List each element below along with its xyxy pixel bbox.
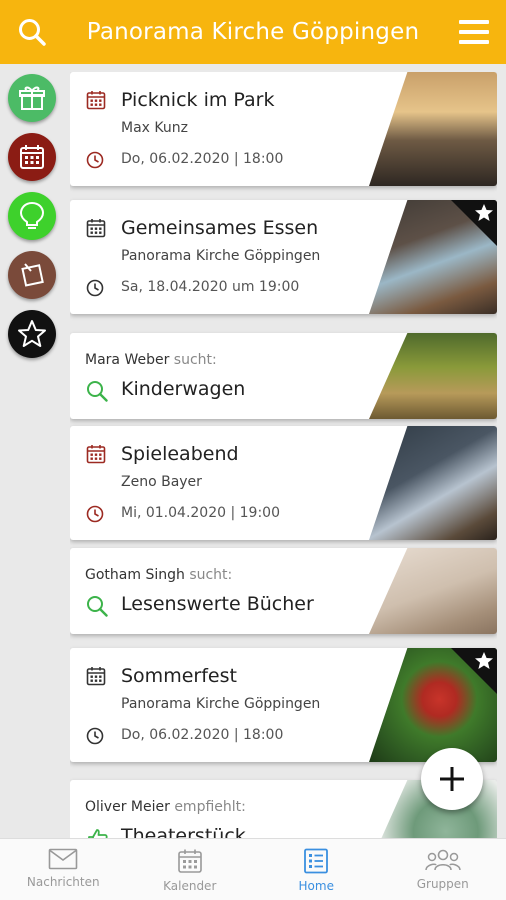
nav-label: Gruppen <box>416 877 469 891</box>
group-icon <box>425 849 461 871</box>
calendar-icon <box>86 445 106 464</box>
event-card[interactable]: Picknick im Park Max Kunz Do, 06.02.2020… <box>70 72 497 186</box>
search-author: Gotham Singh sucht: <box>85 567 232 583</box>
lightbulb-icon <box>19 201 45 229</box>
search-card[interactable]: Mara Weber sucht: Kinderwagen <box>70 333 497 419</box>
nav-label: Nachrichten <box>26 875 100 889</box>
clock-icon <box>86 151 104 169</box>
clock-icon <box>86 279 104 297</box>
event-date: Sa, 18.04.2020 um 19:00 <box>121 279 300 295</box>
nav-item-kalender[interactable]: Kalender <box>127 839 254 900</box>
calendar-icon <box>86 91 106 110</box>
star-icon <box>475 652 493 669</box>
mail-icon <box>48 848 78 870</box>
clock-icon <box>86 505 104 523</box>
search-button[interactable] <box>10 10 54 54</box>
search-icon <box>19 19 46 46</box>
search-author: Mara Weber sucht: <box>85 352 217 368</box>
event-date: Do, 06.02.2020 | 18:00 <box>121 151 284 167</box>
author-name: Mara Weber <box>85 352 170 368</box>
event-organizer: Panorama Kirche Göppingen <box>121 248 321 264</box>
clock-icon <box>86 727 104 745</box>
calendar-icon <box>177 849 202 873</box>
nav-label: Home <box>298 879 334 893</box>
event-title: Spieleabend <box>121 443 239 465</box>
feed: Picknick im Park Max Kunz Do, 06.02.2020… <box>70 72 497 840</box>
event-date: Do, 06.02.2020 | 18:00 <box>121 727 284 743</box>
search-query: Lesenswerte Bücher <box>121 593 314 615</box>
event-card[interactable]: Gemeinsames Essen Panorama Kirche Göppin… <box>70 200 497 314</box>
search-icon <box>87 381 108 402</box>
star-icon <box>18 320 46 347</box>
nav-item-gruppen[interactable]: Gruppen <box>380 839 506 900</box>
nav-item-nachrichten[interactable]: Nachrichten <box>0 839 127 900</box>
event-title: Gemeinsames Essen <box>121 217 319 239</box>
calendar-icon <box>86 667 106 686</box>
star-icon <box>475 204 493 221</box>
category-sidebar <box>8 74 58 369</box>
category-ideas-button[interactable] <box>8 192 56 240</box>
search-icon <box>87 596 108 617</box>
gift-icon <box>19 86 45 110</box>
event-organizer: Max Kunz <box>121 120 188 136</box>
search-verb: sucht: <box>189 567 233 583</box>
list-icon <box>304 848 329 874</box>
category-notes-button[interactable] <box>8 251 56 299</box>
recommend-author: Oliver Meier empfiehlt: <box>85 799 246 815</box>
category-favorites-button[interactable] <box>8 310 56 358</box>
recommend-verb: empfiehlt: <box>174 799 246 815</box>
menu-button[interactable] <box>452 10 496 54</box>
event-card[interactable]: Spieleabend Zeno Bayer Mi, 01.04.2020 | … <box>70 426 497 540</box>
hamburger-icon <box>459 20 489 44</box>
nav-item-home[interactable]: Home <box>253 839 380 900</box>
event-title: Picknick im Park <box>121 89 275 111</box>
search-card[interactable]: Gotham Singh sucht: Lesenswerte Bücher <box>70 548 497 634</box>
plus-icon <box>440 767 464 791</box>
calendar-icon <box>86 219 106 238</box>
search-verb: sucht: <box>173 352 217 368</box>
search-query: Kinderwagen <box>121 378 246 400</box>
event-date: Mi, 01.04.2020 | 19:00 <box>121 505 280 521</box>
author-name: Gotham Singh <box>85 567 185 583</box>
add-button[interactable] <box>421 748 483 810</box>
event-organizer: Panorama Kirche Göppingen <box>121 696 321 712</box>
event-image <box>369 72 497 186</box>
event-card[interactable]: Sommerfest Panorama Kirche Göppingen Do,… <box>70 648 497 762</box>
search-image <box>369 333 497 419</box>
app-header: Panorama Kirche Göppingen <box>0 0 506 64</box>
author-name: Oliver Meier <box>85 799 170 815</box>
calendar-icon <box>20 145 44 169</box>
page-title: Panorama Kirche Göppingen <box>86 19 420 45</box>
event-image <box>369 426 497 540</box>
event-title: Sommerfest <box>121 665 237 687</box>
nav-label: Kalender <box>163 879 217 893</box>
category-gifts-button[interactable] <box>8 74 56 122</box>
note-icon <box>21 263 44 287</box>
category-events-button[interactable] <box>8 133 56 181</box>
event-organizer: Zeno Bayer <box>121 474 202 490</box>
bottom-navigation: Nachrichten Kalender Home Gruppen <box>0 838 506 900</box>
search-image <box>369 548 497 634</box>
